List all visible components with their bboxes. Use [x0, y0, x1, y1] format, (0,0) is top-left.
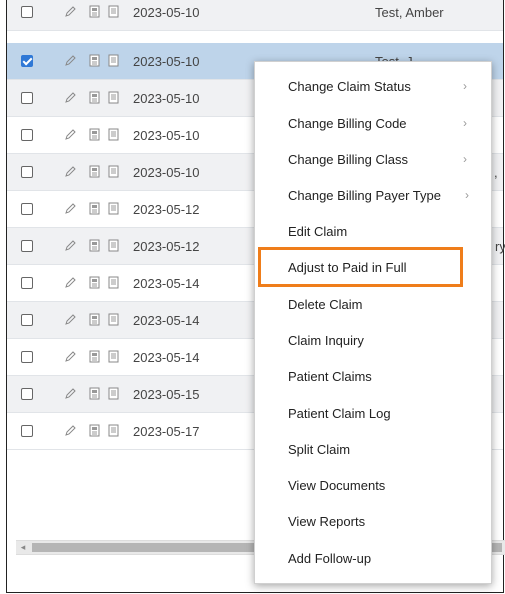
edit-icon[interactable]	[64, 202, 77, 220]
document-icon[interactable]	[88, 350, 101, 368]
claim-date: 2023-05-12	[133, 239, 200, 254]
notes-icon[interactable]	[107, 128, 120, 146]
edit-icon[interactable]	[64, 128, 77, 146]
document-icon[interactable]	[88, 165, 101, 183]
claim-date: 2023-05-10	[133, 128, 200, 143]
menu-item-patient-claim-log[interactable]: Patient Claim Log	[288, 406, 391, 421]
row-checkbox[interactable]	[21, 388, 33, 400]
claim-date: 2023-05-12	[133, 202, 200, 217]
notes-icon[interactable]	[107, 54, 120, 72]
claim-date: 2023-05-17	[133, 424, 200, 439]
notes-icon[interactable]	[107, 165, 120, 183]
notes-icon[interactable]	[107, 276, 120, 294]
scroll-left-arrow-icon[interactable]: ◂	[16, 541, 30, 554]
claim-date: 2023-05-14	[133, 313, 200, 328]
document-icon[interactable]	[88, 202, 101, 220]
document-icon[interactable]	[88, 91, 101, 109]
row-checkbox[interactable]	[21, 203, 33, 215]
submenu-chevron-icon: ›	[465, 188, 469, 202]
row-checkbox[interactable]	[21, 92, 33, 104]
notes-icon[interactable]	[107, 239, 120, 257]
claim-date: 2023-05-10	[133, 165, 200, 180]
menu-item-edit-claim[interactable]: Edit Claim	[288, 224, 347, 239]
edit-icon[interactable]	[64, 5, 77, 23]
row-checkbox[interactable]	[21, 55, 33, 67]
row-checkbox[interactable]	[21, 129, 33, 141]
menu-item-adjust-to-paid-in-full[interactable]: Adjust to Paid in Full	[288, 260, 407, 275]
notes-icon[interactable]	[107, 5, 120, 23]
submenu-chevron-icon: ›	[463, 116, 467, 130]
menu-item-change-billing-class[interactable]: Change Billing Class	[288, 152, 408, 167]
submenu-chevron-icon: ›	[463, 152, 467, 166]
document-icon[interactable]	[88, 128, 101, 146]
menu-item-change-claim-status[interactable]: Change Claim Status	[288, 79, 411, 94]
document-icon[interactable]	[88, 313, 101, 331]
table-row[interactable]: 2023-05-10 Test, Amber	[7, 0, 503, 31]
document-icon[interactable]	[88, 239, 101, 257]
menu-item-add-follow-up[interactable]: Add Follow-up	[288, 551, 371, 566]
row-checkbox[interactable]	[21, 277, 33, 289]
edit-icon[interactable]	[64, 276, 77, 294]
edit-icon[interactable]	[64, 387, 77, 405]
menu-item-delete-claim[interactable]: Delete Claim	[288, 297, 362, 312]
claim-date: 2023-05-10	[133, 91, 200, 106]
claim-context-menu: Change Claim Status › Change Billing Code ›…	[254, 61, 492, 584]
menu-item-patient-claims[interactable]: Patient Claims	[288, 369, 372, 384]
submenu-chevron-icon: ›	[463, 79, 467, 93]
document-icon[interactable]	[88, 54, 101, 72]
claim-date: 2023-05-10	[133, 54, 200, 69]
row-checkbox[interactable]	[21, 166, 33, 178]
notes-icon[interactable]	[107, 313, 120, 331]
notes-icon[interactable]	[107, 424, 120, 442]
truncated-cell-text: ,	[494, 165, 498, 180]
edit-icon[interactable]	[64, 54, 77, 72]
claim-date: 2023-05-10	[133, 5, 200, 20]
notes-icon[interactable]	[107, 91, 120, 109]
patient-name: Test, Amber	[375, 5, 444, 20]
document-icon[interactable]	[88, 424, 101, 442]
truncated-cell-text: ry	[495, 239, 505, 254]
menu-item-view-documents[interactable]: View Documents	[288, 478, 385, 493]
edit-icon[interactable]	[64, 165, 77, 183]
row-checkbox[interactable]	[21, 240, 33, 252]
edit-icon[interactable]	[64, 350, 77, 368]
menu-item-change-billing-payer-type[interactable]: Change Billing Payer Type	[288, 188, 441, 203]
menu-item-split-claim[interactable]: Split Claim	[288, 442, 350, 457]
notes-icon[interactable]	[107, 387, 120, 405]
menu-item-change-billing-code[interactable]: Change Billing Code	[288, 116, 407, 131]
edit-icon[interactable]	[64, 424, 77, 442]
edit-icon[interactable]	[64, 239, 77, 257]
claim-date: 2023-05-15	[133, 387, 200, 402]
edit-icon[interactable]	[64, 91, 77, 109]
menu-item-claim-inquiry[interactable]: Claim Inquiry	[288, 333, 364, 348]
row-checkbox[interactable]	[21, 6, 33, 18]
row-checkbox[interactable]	[21, 351, 33, 363]
notes-icon[interactable]	[107, 202, 120, 220]
row-checkbox[interactable]	[21, 425, 33, 437]
claim-date: 2023-05-14	[133, 350, 200, 365]
notes-icon[interactable]	[107, 350, 120, 368]
document-icon[interactable]	[88, 387, 101, 405]
document-icon[interactable]	[88, 276, 101, 294]
menu-item-view-reports[interactable]: View Reports	[288, 514, 365, 529]
claim-date: 2023-05-14	[133, 276, 200, 291]
document-icon[interactable]	[88, 5, 101, 23]
row-checkbox[interactable]	[21, 314, 33, 326]
edit-icon[interactable]	[64, 313, 77, 331]
